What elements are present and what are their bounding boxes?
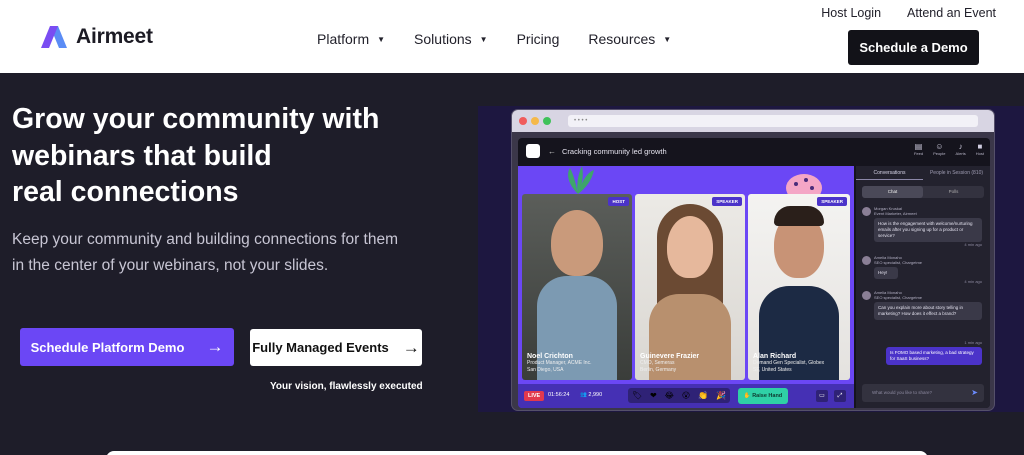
stage-controls: LIVE 01:56:24 👥 2,990 🏷 ❤ 😂 😮 👏 🎉 ✋ Rais… (518, 384, 854, 408)
back-arrow-icon: ← (548, 146, 556, 156)
fullscreen-icon[interactable]: ⤢ (834, 390, 846, 402)
party-icon[interactable]: 🎉 (716, 391, 726, 400)
app-logo-icon (526, 144, 540, 158)
session-title: Cracking community led growth (562, 146, 667, 156)
avatar (862, 206, 871, 216)
role-badge: HOST (608, 197, 629, 206)
nav-solutions[interactable]: Solutions ▼ (414, 31, 488, 47)
next-section-edge (106, 451, 928, 455)
tab-conversations[interactable]: Conversations (856, 170, 923, 180)
webinar-stage: HOST Noel Crichton Product Manager, ACME… (518, 166, 854, 408)
schedule-demo-button[interactable]: Schedule a Demo (848, 30, 979, 65)
attend-event-link[interactable]: Attend an Event (907, 6, 996, 20)
speaker-tile-guinevere[interactable]: SPEAKER Guinevere Frazier CMO, Semeras B… (635, 194, 745, 380)
host-login-link[interactable]: Host Login (821, 6, 881, 20)
clap-icon[interactable]: 👏 (698, 391, 708, 400)
host-avatar-icon: ■ Host (975, 142, 984, 156)
panel-tabs: Conversations People in Session (810) (856, 170, 990, 180)
schedule-platform-demo-button[interactable]: Schedule Platform Demo → (20, 328, 234, 366)
wow-icon[interactable]: 😮 (682, 391, 690, 400)
speaker-video (551, 210, 603, 276)
speaker-video (667, 216, 713, 278)
main-nav: Platform ▼ Solutions ▼ Pricing Resources ▼ (317, 31, 700, 47)
fully-managed-events-button[interactable]: Fully Managed Events → (250, 329, 422, 366)
bell-icon: ♪ Alerts (955, 142, 966, 156)
airmeet-logo[interactable]: Airmeet (40, 24, 153, 50)
maximize-dot (543, 117, 551, 125)
own-chat-message: Is FOMO based marketing, a bad strategy … (886, 347, 982, 365)
chat-message: Amelia Monaho SEO specialist, Chargetme C… (862, 290, 982, 320)
role-badge: SPEAKER (817, 197, 847, 206)
nav-platform[interactable]: Platform ▼ (317, 31, 385, 47)
chat-message: Amelia Monaho SEO specialist, Chargetme H… (862, 255, 982, 284)
session-timer: 01:56:24 (548, 392, 570, 398)
chat-polls-toggle: Chat Polls (862, 186, 984, 198)
speaker-info: Noel Crichton Product Manager, ACME Inc.… (527, 353, 592, 373)
app-toolbar: ▤ Feed ☺ People ♪ Alerts ■ Host (914, 142, 984, 156)
arrow-right-icon: → (402, 337, 420, 357)
chevron-down-icon: ▼ (663, 34, 672, 44)
avatar (862, 255, 871, 265)
tag-icon[interactable]: 🏷 (632, 391, 642, 400)
laugh-icon[interactable]: 😂 (665, 391, 674, 400)
top-links: Host Login Attend an Event (821, 6, 996, 20)
tab-people-in-session[interactable]: People in Session (810) (923, 170, 990, 180)
product-preview-window: • • • • ← Cracking community led growth … (511, 109, 995, 411)
webinar-app: ← Cracking community led growth ▤ Feed ☺ P… (518, 138, 990, 408)
chat-input[interactable]: What would you like to share? ➤ (862, 384, 984, 402)
speaker-tile-host[interactable]: HOST Noel Crichton Product Manager, ACME… (522, 194, 632, 380)
chat-segment[interactable]: Chat (862, 186, 923, 198)
nav-resources[interactable]: Resources ▼ (588, 31, 671, 47)
browser-titlebar: • • • • (512, 110, 994, 132)
chevron-down-icon: ▼ (479, 34, 488, 44)
speaker-info: Alan Richard Demand Gen Specialist, Glob… (753, 353, 825, 373)
avatar (862, 290, 871, 300)
viewer-count: 👥 2,990 (580, 392, 603, 398)
people-icon: ☺ People (933, 142, 946, 156)
blob-decoration (786, 174, 822, 196)
hero-title: Grow your community with webinars that b… (12, 103, 380, 208)
heart-icon[interactable]: ❤ (650, 391, 657, 400)
reactions-bar[interactable]: 🏷 ❤ 😂 😮 👏 🎉 (628, 388, 730, 403)
browser-url-bar: • • • • (568, 115, 978, 127)
speaker-hair (774, 206, 824, 226)
arrow-right-icon: → (206, 337, 224, 356)
send-icon[interactable]: ➤ (971, 384, 978, 402)
speaker-info: Guinevere Frazier CMO, Semeras Berlin, G… (640, 353, 700, 373)
role-badge: SPEAKER (712, 197, 742, 206)
live-badge: LIVE (524, 391, 545, 401)
chevron-down-icon: ▼ (377, 34, 386, 44)
own-message-time: 1 min ago (964, 340, 982, 345)
hero-subtitle: Keep your community and building connect… (12, 231, 398, 274)
captions-icon[interactable]: ▭ (816, 390, 828, 402)
plant-decoration (568, 166, 594, 194)
hand-icon: ✋ (743, 393, 753, 399)
tagline: Your vision, flawlessly executed (270, 381, 423, 392)
minimize-dot (531, 117, 539, 125)
app-topbar: ← Cracking community led growth ▤ Feed ☺ P… (518, 138, 990, 164)
chat-message: Morgan Kruskal Event Marketer, Airmeet Ho… (862, 206, 982, 247)
feed-icon: ▤ Feed (913, 142, 924, 156)
speaker-tile-alan[interactable]: SPEAKER Alan Richard Demand Gen Speciali… (748, 194, 850, 380)
conversation-panel: Conversations People in Session (810) Ch… (856, 166, 990, 408)
site-header: Airmeet Platform ▼ Solutions ▼ Pricing Res… (0, 0, 1024, 73)
raise-hand-button[interactable]: ✋ Raise Hand (738, 388, 788, 404)
close-dot (519, 117, 527, 125)
polls-segment[interactable]: Polls (923, 186, 984, 198)
nav-pricing[interactable]: Pricing (517, 31, 560, 47)
airmeet-logo-icon (41, 26, 67, 48)
brand-name: Airmeet (76, 25, 153, 48)
